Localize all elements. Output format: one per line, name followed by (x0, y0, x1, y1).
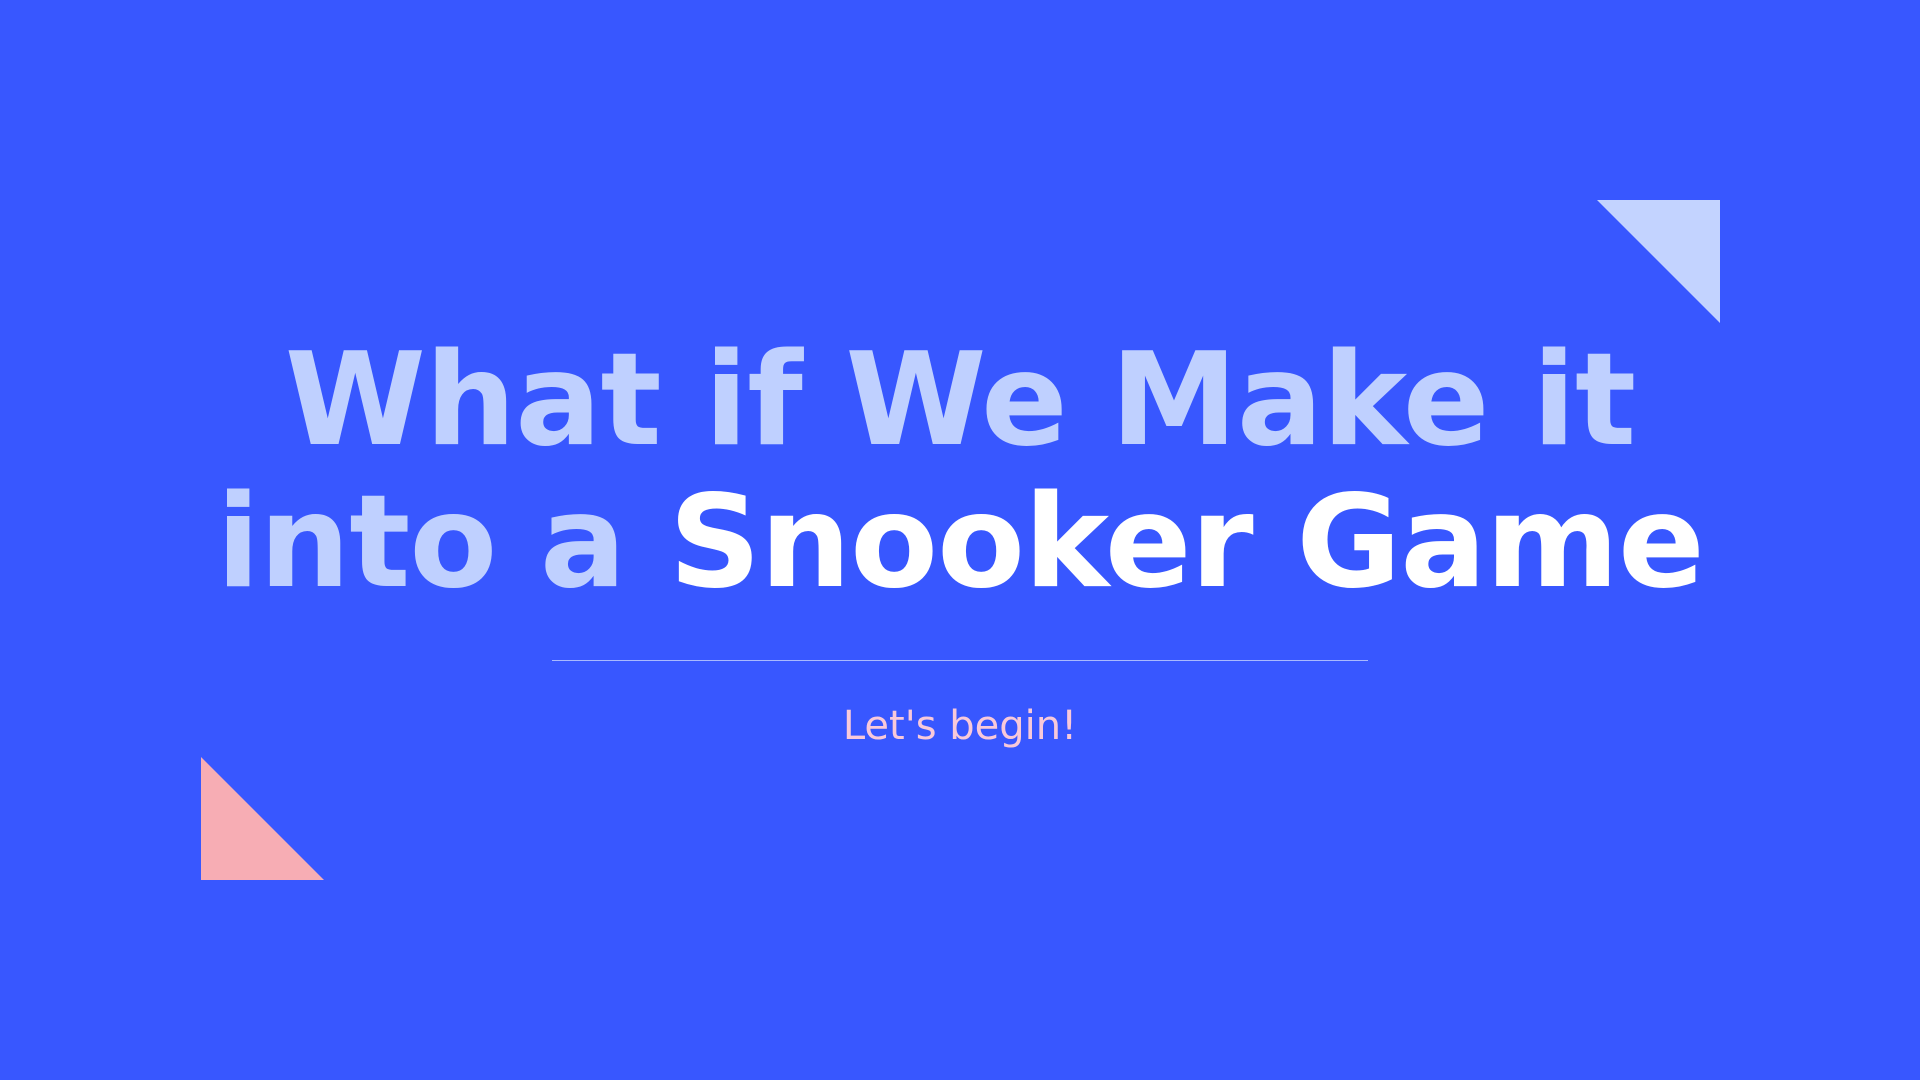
title-divider (552, 660, 1368, 661)
triangle-decoration-bottom-left (201, 757, 324, 880)
slide-canvas: What if We Make it into a Snooker Game L… (0, 0, 1920, 1080)
slide-subtitle: Let's begin! (842, 703, 1078, 749)
title-line-2-light-text: into a (216, 468, 626, 617)
title-line-2: into a Snooker Game (160, 472, 1760, 614)
slide-title: What if We Make it into a Snooker Game (160, 330, 1760, 614)
triangle-decoration-top-right (1597, 200, 1720, 323)
title-line-1: What if We Make it (160, 330, 1760, 472)
title-line-2-bold-text: Snooker Game (668, 468, 1705, 617)
title-line-1-text: What if We Make it (284, 326, 1636, 475)
